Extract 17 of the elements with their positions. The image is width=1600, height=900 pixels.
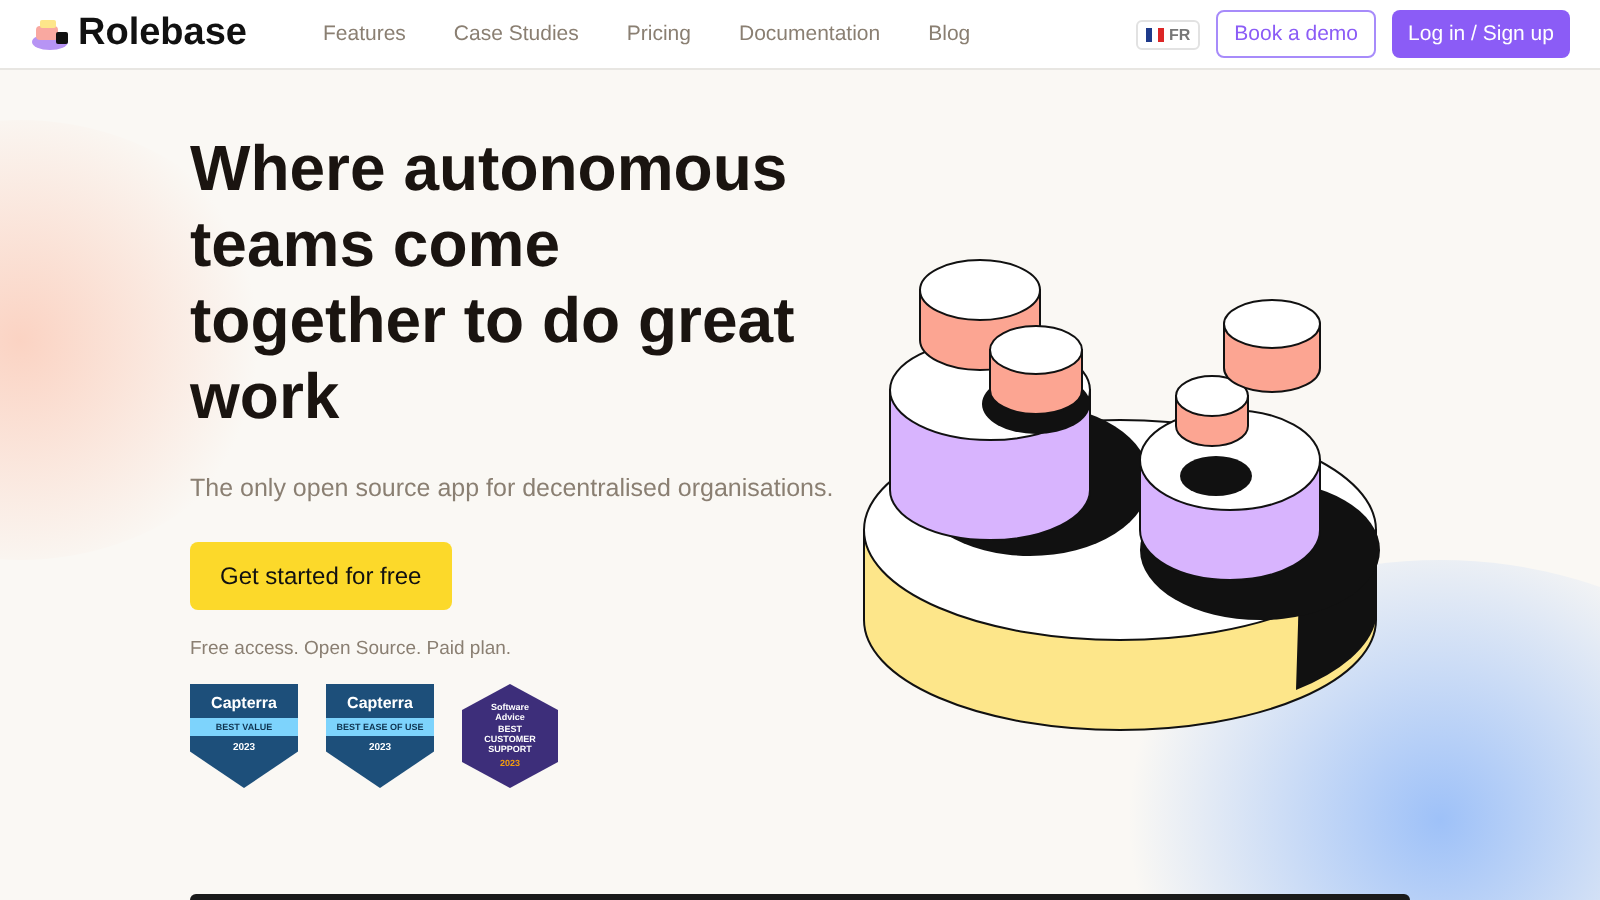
logo-icon	[30, 16, 70, 52]
nav-link[interactable]: Pricing	[626, 22, 691, 46]
get-started-button[interactable]: Get started for free	[190, 542, 452, 610]
nav-link[interactable]: Case Studies	[453, 22, 579, 46]
badge-brand: Capterra	[347, 694, 413, 712]
hero-title: Where autonomous teams come together to do great work	[190, 130, 797, 434]
nav-link[interactable]: Documentation	[738, 22, 881, 46]
nav-link[interactable]: Features	[322, 22, 406, 46]
brand-name[interactable]: Rolebase	[78, 12, 247, 56]
language-button[interactable]: FR	[1136, 19, 1201, 49]
book-demo-button[interactable]: Book a demo	[1216, 10, 1377, 58]
flag-icon	[1146, 27, 1165, 41]
hero-subtitle: The only open source app for decentralised organisations.	[190, 474, 834, 502]
login-button[interactable]: Log in / Sign up	[1392, 10, 1570, 58]
nav-link[interactable]: Blog	[928, 22, 971, 46]
badge-brand: Capterra	[211, 694, 277, 712]
pricing-note: Free access. Open Source. Paid plan.	[190, 638, 514, 660]
